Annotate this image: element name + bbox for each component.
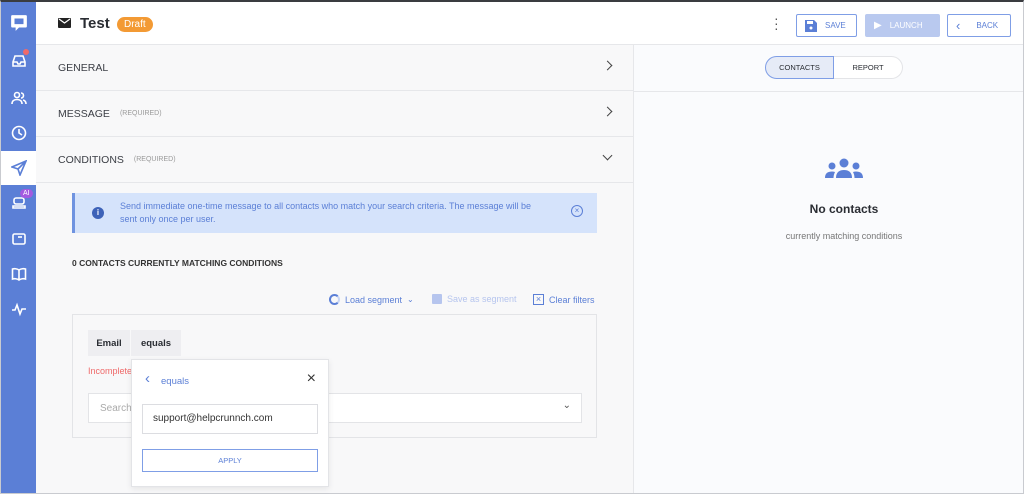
activity-icon[interactable] bbox=[1, 292, 36, 326]
matching-count: 0 CONTACTS CURRENTLY MATCHING CONDITIONS bbox=[72, 258, 283, 268]
logo-chat-icon[interactable] bbox=[1, 6, 36, 40]
people-group-icon bbox=[825, 158, 863, 178]
popup-title: equals bbox=[161, 376, 189, 387]
email-value-input[interactable]: support@helpcrunnch.com bbox=[142, 404, 318, 434]
back-button[interactable]: ‹ BACK bbox=[947, 14, 1011, 37]
section-label: MESSAGE bbox=[58, 107, 110, 120]
section-conditions[interactable]: CONDITIONS (REQUIRED) bbox=[36, 137, 633, 183]
chevron-left-icon[interactable]: ‹ bbox=[145, 370, 150, 387]
info-icon: i bbox=[92, 207, 104, 219]
save-segment-label: Save as segment bbox=[447, 294, 517, 304]
clock-icon[interactable] bbox=[1, 116, 36, 150]
info-banner: i Send immediate one-time message to all… bbox=[72, 193, 597, 233]
contacts-panel: CONTACTS REPORT No contacts currently ma… bbox=[634, 45, 1023, 493]
status-badge: Draft bbox=[117, 17, 153, 32]
sidebar: AI bbox=[1, 2, 36, 493]
filter-field-chip[interactable]: Email bbox=[88, 330, 130, 356]
chevron-down-icon bbox=[602, 150, 613, 161]
envelope-icon bbox=[58, 18, 71, 28]
section-label: GENERAL bbox=[58, 61, 109, 74]
empty-subtitle: currently matching conditions bbox=[785, 231, 903, 241]
knowledge-base-icon[interactable] bbox=[1, 257, 36, 291]
contacts-icon[interactable] bbox=[1, 81, 36, 115]
notification-dot bbox=[23, 49, 29, 55]
section-message[interactable]: MESSAGE (REQUIRED) bbox=[36, 91, 633, 137]
launch-button[interactable]: ▶ LAUNCH bbox=[865, 14, 940, 37]
chevron-right-icon bbox=[602, 60, 613, 71]
chevron-down-icon: ⌄ bbox=[407, 295, 414, 304]
back-label: BACK bbox=[976, 21, 999, 30]
load-segment-button[interactable]: Load segment ⌄ bbox=[329, 294, 414, 305]
tab-report[interactable]: REPORT bbox=[834, 56, 903, 79]
clear-filters-label: Clear filters bbox=[549, 294, 595, 305]
send-icon[interactable] bbox=[1, 151, 36, 185]
filter-operator-chip[interactable]: equals bbox=[131, 330, 181, 356]
section-label: CONDITIONS bbox=[58, 153, 124, 166]
campaign-title: Test bbox=[80, 15, 110, 32]
close-banner-icon[interactable]: × bbox=[571, 205, 583, 217]
save-label: SAVE bbox=[825, 21, 846, 30]
incomplete-error: Incomplete bbox=[88, 366, 133, 376]
clear-filters-button[interactable]: × Clear filters bbox=[533, 294, 595, 305]
chevron-left-icon: ‹ bbox=[956, 18, 961, 33]
required-note: (REQUIRED) bbox=[133, 156, 176, 163]
ai-badge: AI bbox=[20, 189, 33, 198]
apply-button[interactable]: APPLY bbox=[142, 449, 318, 472]
info-text: Send immediate one-time message to all c… bbox=[120, 201, 532, 224]
save-segment-button[interactable]: Save as segment bbox=[432, 294, 517, 304]
required-note: (REQUIRED) bbox=[119, 110, 162, 117]
top-bar: Test Draft · · · SAVE ▶ LAUNCH ‹ BACK bbox=[36, 2, 1023, 45]
search-placeholder: Search bbox=[100, 403, 132, 414]
play-icon: ▶ bbox=[874, 20, 882, 31]
ai-bot-icon[interactable]: AI bbox=[1, 186, 36, 220]
chevron-down-icon: ⌄ bbox=[562, 400, 571, 411]
floppy-icon bbox=[432, 294, 442, 304]
load-segment-label: Load segment bbox=[345, 294, 403, 305]
widget-icon[interactable] bbox=[1, 222, 36, 256]
floppy-icon bbox=[805, 19, 817, 32]
editor-panel: GENERAL MESSAGE (REQUIRED) CONDITIONS (REQ… bbox=[36, 45, 634, 493]
section-general[interactable]: GENERAL bbox=[36, 45, 633, 91]
tab-contacts[interactable]: CONTACTS bbox=[765, 56, 834, 79]
close-icon[interactable]: × bbox=[307, 370, 316, 388]
save-button[interactable]: SAVE bbox=[796, 14, 857, 37]
clear-x-icon: × bbox=[533, 294, 544, 305]
chevron-right-icon bbox=[602, 106, 613, 117]
more-options-icon[interactable]: · · · bbox=[774, 11, 779, 35]
loading-circle-icon bbox=[329, 294, 340, 305]
launch-label: LAUNCH bbox=[889, 21, 923, 30]
empty-title: No contacts bbox=[809, 202, 879, 216]
operator-popup: ‹ equals × support@helpcrunnch.com APPLY bbox=[131, 359, 329, 487]
inbox-icon[interactable] bbox=[1, 44, 36, 78]
